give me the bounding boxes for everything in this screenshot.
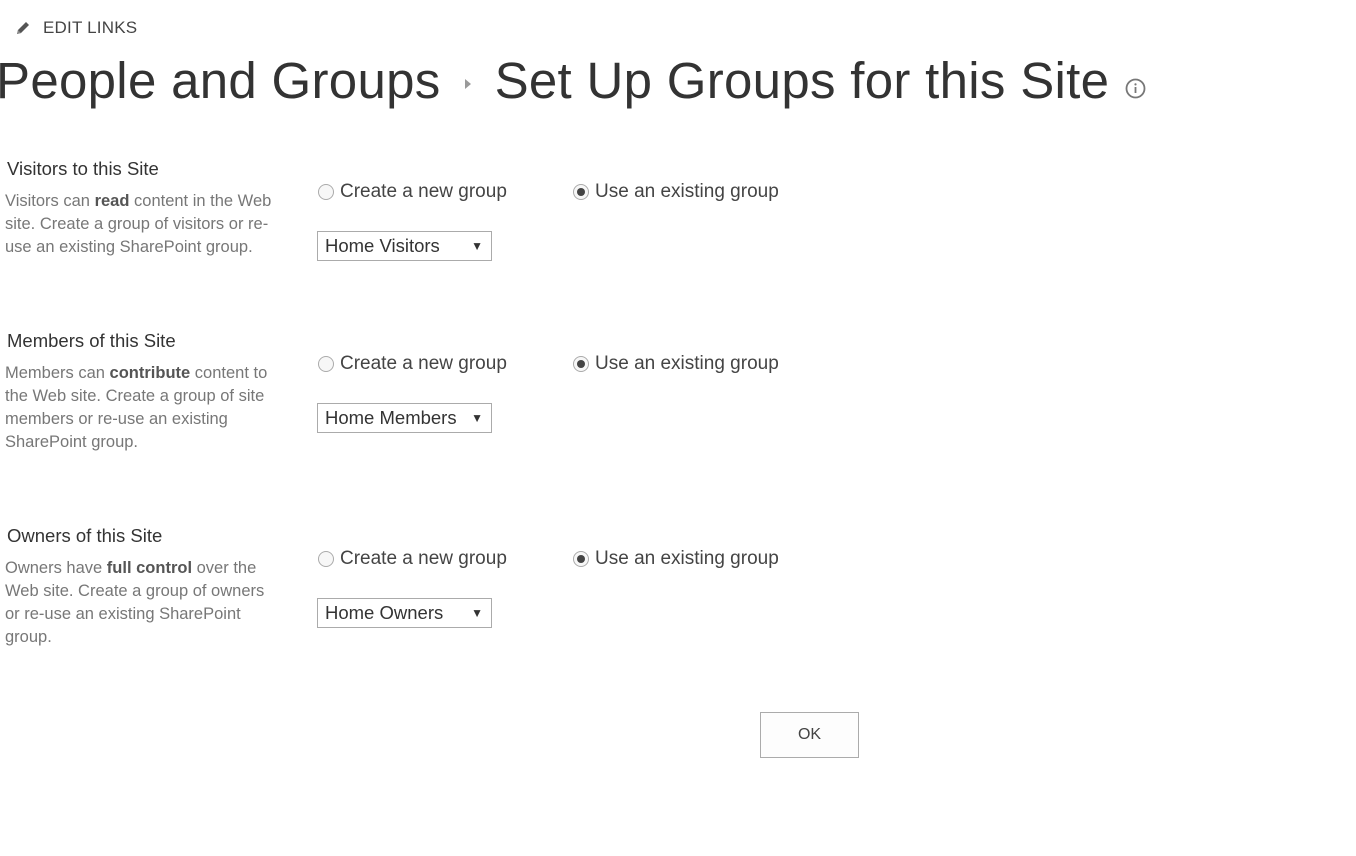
- visitors-group-dropdown[interactable]: Home Visitors ▼: [317, 231, 492, 261]
- radio-button[interactable]: [318, 184, 334, 200]
- page-title: People and Groups Set Up Groups for this…: [0, 46, 1146, 116]
- page: EDIT LINKS People and Groups Set Up Grou…: [0, 0, 1356, 856]
- radio-button[interactable]: [318, 551, 334, 567]
- info-icon[interactable]: [1125, 78, 1146, 99]
- radio-button[interactable]: [318, 356, 334, 372]
- section-heading: Visitors to this Site: [7, 158, 159, 179]
- visitors-create-new-radio[interactable]: Create a new group: [318, 181, 507, 203]
- dropdown-arrow-icon: ▼: [471, 239, 483, 253]
- breadcrumb-separator-icon: [464, 79, 471, 89]
- members-use-existing-radio[interactable]: Use an existing group: [573, 353, 779, 375]
- ok-button[interactable]: OK: [760, 712, 859, 758]
- section-description: Visitors can read content in the Web sit…: [5, 192, 272, 256]
- members-group-dropdown[interactable]: Home Members ▼: [317, 403, 492, 433]
- section-description: Members can contribute content to the We…: [5, 364, 268, 451]
- owners-create-new-radio[interactable]: Create a new group: [318, 548, 507, 570]
- members-create-new-radio[interactable]: Create a new group: [318, 353, 507, 375]
- edit-links-button[interactable]: EDIT LINKS: [14, 18, 137, 38]
- radio-button-checked[interactable]: [573, 184, 589, 200]
- breadcrumb-current-page: Set Up Groups for this Site: [494, 52, 1110, 109]
- section-heading: Members of this Site: [7, 330, 176, 351]
- section-heading: Owners of this Site: [7, 525, 163, 546]
- owners-use-existing-radio[interactable]: Use an existing group: [573, 548, 779, 570]
- radio-button-checked[interactable]: [573, 551, 589, 567]
- dropdown-arrow-icon: ▼: [471, 411, 483, 425]
- breadcrumb-people-and-groups[interactable]: People and Groups: [0, 46, 441, 116]
- radio-button-checked[interactable]: [573, 356, 589, 372]
- edit-links-label: EDIT LINKS: [43, 18, 138, 37]
- visitors-use-existing-radio[interactable]: Use an existing group: [573, 181, 779, 203]
- section-description: Owners have full control over the Web si…: [5, 559, 265, 646]
- pencil-icon: [17, 22, 29, 34]
- owners-group-dropdown[interactable]: Home Owners ▼: [317, 598, 492, 628]
- dropdown-arrow-icon: ▼: [471, 606, 483, 620]
